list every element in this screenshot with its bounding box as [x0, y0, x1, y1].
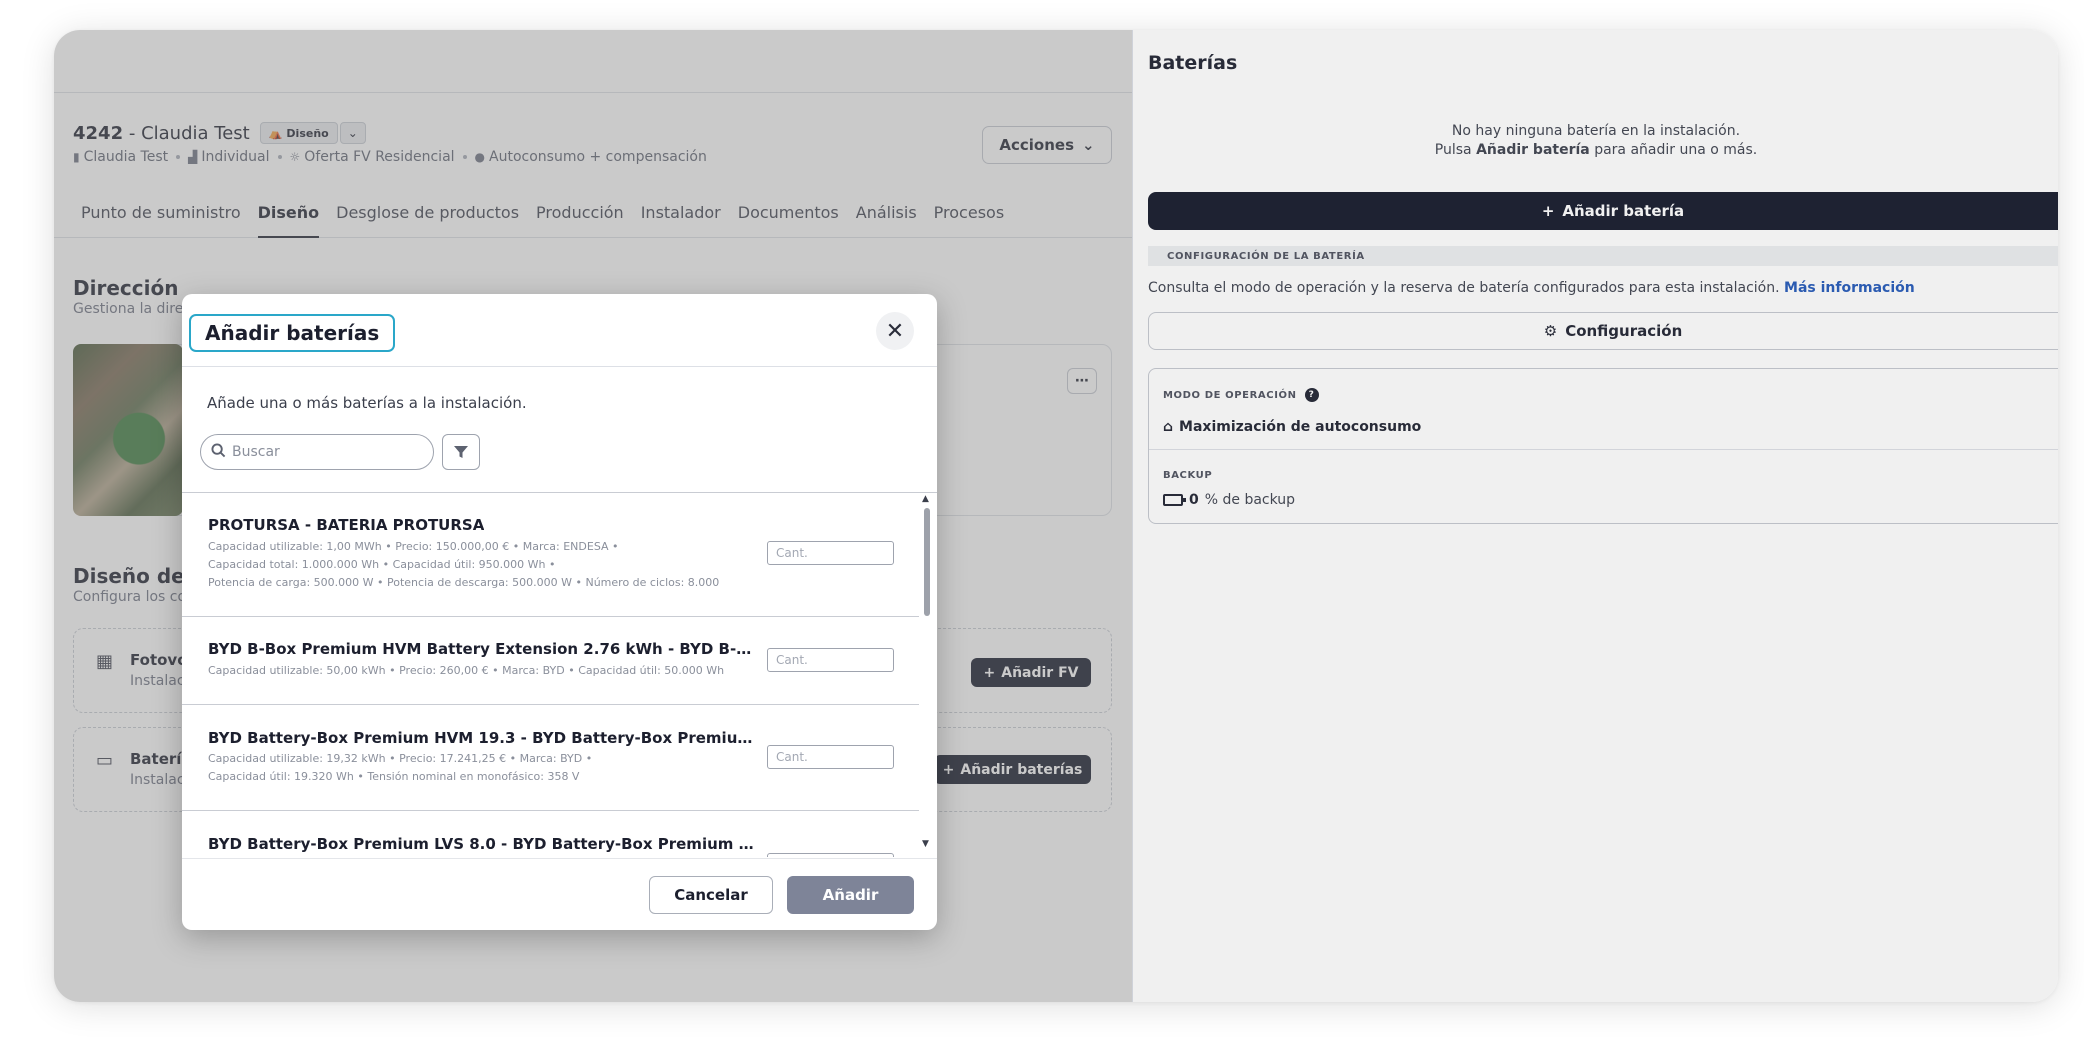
- search-icon: [211, 442, 226, 462]
- empty-hint: Pulsa Añadir batería para añadir una o m…: [1434, 142, 1758, 158]
- battery-specs: Capacidad total: 1.000.000 Wh • Capacida…: [208, 558, 556, 571]
- divider: [1149, 449, 2058, 450]
- list-item[interactable]: BYD B-Box Premium HVM Battery Extension …: [182, 617, 919, 705]
- battery-specs: Capacidad utilizable: 50,00 kWh • Precio…: [208, 664, 725, 677]
- close-icon[interactable]: ✕: [876, 312, 914, 350]
- battery-name: BYD Battery-Box Premium HVM 19.3 - BYD B…: [208, 729, 760, 747]
- battery-specs: Capacidad útil: 19.320 Wh • Tensión nomi…: [208, 770, 580, 783]
- home-energy-icon: ⌂: [1163, 419, 1174, 435]
- add-batteries-dialog: Añadir baterías ✕ Añade una o más baterí…: [182, 294, 937, 930]
- dialog-description: Añade una o más baterías a la instalació…: [207, 394, 527, 412]
- battery-specs: Capacidad utilizable: 19,32 kWh • Precio…: [208, 752, 593, 765]
- app-window: 4242 - Claudia Test ⛺ Diseño ⌄ ▮ Claudia …: [54, 30, 2058, 1002]
- operation-summary: MODO DE OPERACIÓN? ⌂ Maximización de auto…: [1148, 368, 2058, 524]
- add-button[interactable]: Añadir: [787, 876, 914, 914]
- scroll-down-arrow-icon[interactable]: ▼: [922, 839, 929, 849]
- list-item[interactable]: BYD Battery-Box Premium HVM 19.3 - BYD B…: [182, 705, 919, 811]
- filter-icon: [454, 446, 468, 458]
- quantity-input[interactable]: Cant.: [767, 853, 894, 857]
- list-item[interactable]: PROTURSA - BATERIA PROTURSA Capacidad ut…: [182, 493, 919, 617]
- add-battery-button[interactable]: + Añadir batería: [1148, 192, 2058, 230]
- gear-icon: ⚙: [1543, 322, 1558, 340]
- divider: [182, 366, 937, 367]
- divider: [182, 858, 937, 859]
- batteries-title: Baterías: [1148, 52, 1238, 74]
- battery-config-label: CONFIGURACIÓN DE LA BATERÍA: [1167, 251, 1365, 262]
- battery-name: BYD Battery-Box Premium LVS 8.0 - BYD Ba…: [208, 835, 760, 853]
- backup-label: BACKUP: [1163, 470, 1213, 481]
- configuration-button[interactable]: ⚙ Configuración: [1148, 312, 2058, 350]
- battery-name: BYD B-Box Premium HVM Battery Extension …: [208, 640, 760, 658]
- search-field[interactable]: [200, 434, 434, 470]
- scrollbar-thumb[interactable]: [924, 508, 930, 616]
- operation-mode-value: ⌂ Maximización de autoconsumo: [1163, 419, 1422, 435]
- list-item[interactable]: BYD Battery-Box Premium LVS 8.0 - BYD Ba…: [182, 811, 919, 857]
- dialog-title: Añadir baterías: [189, 314, 396, 352]
- battery-specs: Capacidad utilizable: 1,00 MWh • Precio:…: [208, 540, 619, 553]
- backup-value: 0% de backup: [1163, 492, 1295, 508]
- empty-message: No hay ninguna batería en la instalación…: [1451, 123, 1741, 139]
- operation-mode-label: MODO DE OPERACIÓN?: [1163, 388, 1319, 402]
- config-description: Consulta el modo de operación y la reser…: [1148, 280, 1915, 296]
- battery-name: PROTURSA - BATERIA PROTURSA: [208, 516, 485, 534]
- quantity-input[interactable]: Cant.: [767, 541, 894, 565]
- scroll-up-arrow-icon[interactable]: ▲: [922, 494, 929, 504]
- filter-button[interactable]: [442, 434, 480, 470]
- more-info-link[interactable]: Más información: [1784, 280, 1915, 296]
- help-icon[interactable]: ?: [1304, 388, 1319, 402]
- quantity-input[interactable]: Cant.: [767, 648, 894, 672]
- quantity-input[interactable]: Cant.: [767, 745, 894, 769]
- battery-specs: Potencia de carga: 500.000 W • Potencia …: [208, 576, 720, 589]
- batteries-panel: Baterías No hay ninguna batería en la in…: [1132, 30, 2058, 1002]
- cancel-button[interactable]: Cancelar: [649, 876, 773, 914]
- search-input[interactable]: [232, 444, 412, 460]
- battery-icon: [1163, 494, 1186, 506]
- battery-list: PROTURSA - BATERIA PROTURSA Capacidad ut…: [182, 493, 919, 857]
- plus-icon: +: [1541, 202, 1555, 220]
